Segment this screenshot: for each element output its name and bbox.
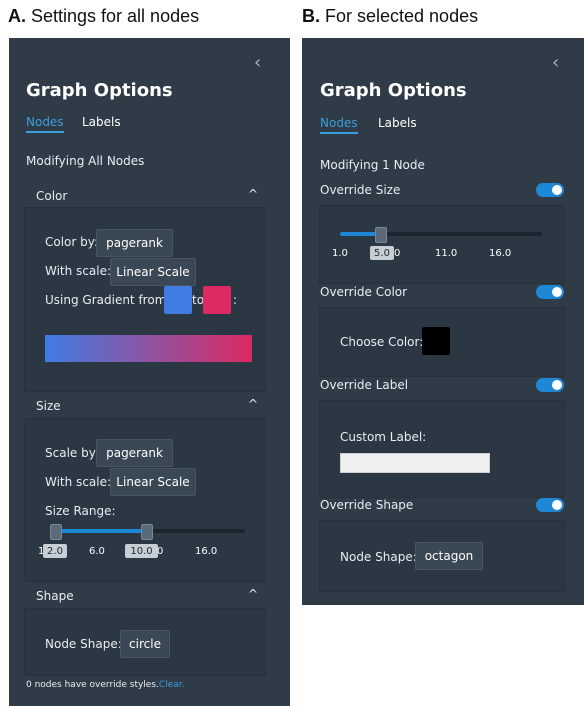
chevron-up-icon: ^ — [247, 187, 258, 201]
color-by-select[interactable]: pagerank — [96, 229, 173, 257]
size-range-label: Size Range: — [45, 504, 116, 518]
override-label-label: Override Label — [320, 378, 409, 392]
color-by-label: Color by: — [45, 235, 99, 249]
tab-nodes[interactable]: Nodes — [320, 116, 358, 134]
size-section-body: Scale by: pagerank With scale: Linear Sc… — [24, 418, 266, 582]
custom-label-input[interactable] — [340, 453, 490, 473]
choose-color-swatch[interactable] — [422, 327, 450, 355]
gradient-to-swatch[interactable] — [203, 286, 231, 314]
size-range-low-value: 2.0 — [43, 544, 67, 558]
chevron-left-icon[interactable]: ‹ — [552, 52, 559, 73]
panel-title: Graph Options — [26, 80, 173, 101]
scale-by-label: Scale by: — [45, 446, 99, 460]
override-footer: 0 nodes have override styles.Clear. — [26, 680, 184, 690]
toggle-knob — [552, 287, 562, 297]
node-shape-select[interactable]: octagon — [415, 542, 483, 570]
gradient-colon: : — [233, 293, 238, 307]
override-color-label: Override Color — [320, 285, 408, 299]
chevron-up-icon: ^ — [247, 587, 258, 601]
override-size-label: Override Size — [320, 183, 401, 197]
tab-nodes[interactable]: Nodes — [26, 115, 64, 133]
size-slider-handle[interactable] — [375, 227, 387, 243]
node-shape-label: Node Shape: — [45, 637, 122, 651]
override-label-body: Custom Label: — [319, 400, 565, 498]
shape-section-label: Shape — [36, 589, 74, 603]
tick-label: 0 — [394, 248, 401, 259]
caption-b: B. For selected nodes — [302, 6, 479, 26]
color-section-body: Color by: pagerank With scale: Linear Sc… — [24, 207, 266, 392]
size-range-high-value: 10.0 — [125, 544, 158, 558]
size-range-high-handle[interactable] — [141, 524, 153, 540]
with-scale-label: With scale: — [45, 264, 112, 278]
gradient-from-swatch[interactable] — [164, 286, 192, 314]
node-shape-label: Node Shape: — [340, 550, 417, 564]
color-scale-select[interactable]: Linear Scale — [110, 258, 196, 286]
choose-color-label: Choose Color: — [340, 335, 424, 349]
tick-label: 6.0 — [89, 546, 105, 557]
gradient-preview-bar — [45, 335, 252, 362]
modifying-heading: Modifying All Nodes — [26, 154, 145, 168]
color-section-label: Color — [36, 189, 68, 203]
override-size-toggle[interactable] — [536, 183, 564, 197]
color-section-header[interactable]: Color ^ — [36, 184, 266, 208]
override-count-text: 0 nodes have override styles. — [26, 680, 159, 690]
override-label-toggle[interactable] — [536, 378, 564, 392]
graph-options-panel-selected-nodes: ‹ Graph Options Nodes Labels Modifying 1… — [302, 38, 584, 605]
size-with-scale-label: With scale: — [45, 475, 112, 489]
override-color-toggle[interactable] — [536, 285, 564, 299]
custom-label-label: Custom Label: — [340, 430, 427, 444]
override-shape-label: Override Shape — [320, 498, 414, 512]
scale-by-select[interactable]: pagerank — [96, 439, 173, 467]
tick-label: 16.0 — [195, 546, 218, 557]
size-section-label: Size — [36, 399, 61, 413]
override-size-body: 1.0 0 11.0 16.0 5.0 — [319, 205, 565, 284]
tick-label: 1.0 — [332, 248, 348, 259]
tick-label: 11.0 — [435, 248, 458, 259]
chevron-left-icon[interactable]: ‹ — [254, 52, 261, 73]
panel-title: Graph Options — [320, 80, 467, 101]
clear-overrides-link[interactable]: Clear. — [159, 680, 185, 690]
size-scale-select[interactable]: Linear Scale — [110, 468, 196, 496]
size-range-fill — [55, 529, 147, 533]
tab-labels[interactable]: Labels — [378, 116, 417, 130]
gradient-label: Using Gradient from — [45, 293, 167, 307]
tab-labels[interactable]: Labels — [82, 115, 121, 129]
toggle-knob — [552, 185, 562, 195]
caption-a: A. Settings for all nodes — [8, 6, 200, 26]
size-slider-value: 5.0 — [370, 246, 394, 260]
size-section-header[interactable]: Size ^ — [36, 394, 266, 418]
modifying-heading: Modifying 1 Node — [320, 158, 425, 172]
graph-options-panel-all-nodes: ‹ Graph Options Nodes Labels Modifying A… — [9, 38, 290, 706]
shape-section-header[interactable]: Shape ^ — [36, 584, 266, 608]
tick-label: 16.0 — [489, 248, 512, 259]
toggle-knob — [552, 380, 562, 390]
chevron-up-icon: ^ — [247, 397, 258, 411]
override-shape-toggle[interactable] — [536, 498, 564, 512]
toggle-knob — [552, 500, 562, 510]
node-shape-select[interactable]: circle — [120, 630, 170, 658]
override-color-body: Choose Color: — [319, 307, 565, 377]
size-range-low-handle[interactable] — [50, 524, 62, 540]
shape-section-body: Node Shape: circle — [24, 608, 266, 676]
override-shape-body: Node Shape: octagon — [319, 520, 565, 592]
